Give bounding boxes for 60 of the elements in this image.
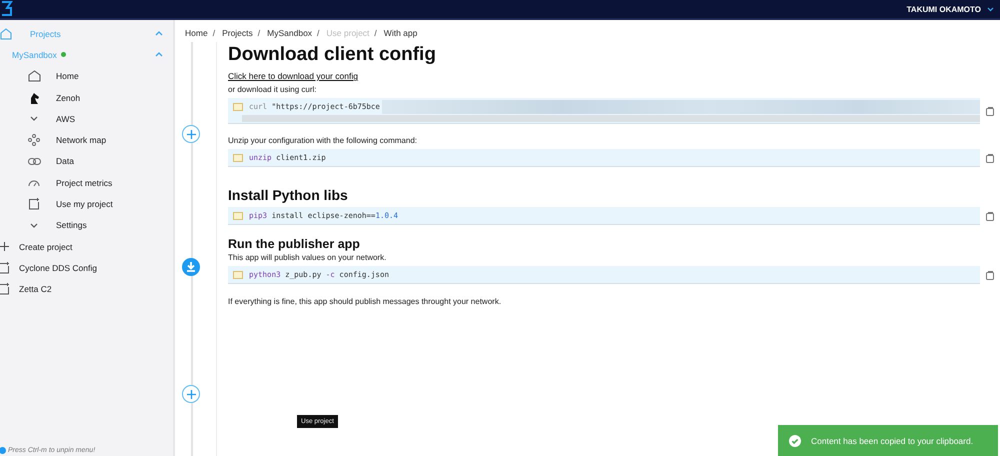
home-icon — [28, 70, 40, 82]
breadcrumb-link[interactable]: Projects — [222, 28, 253, 42]
logo-icon — [0, 1, 14, 17]
download-link[interactable]: Click here to download your config — [228, 71, 994, 81]
caret-icon — [987, 6, 994, 12]
sidebar-item[interactable]: AWS — [0, 108, 173, 130]
pin-dot-icon — [0, 447, 6, 454]
breadcrumb-separator: / — [258, 28, 260, 40]
sidebar-item[interactable]: Cyclone DDS Config — [0, 257, 173, 279]
breadcrumb-separator: / — [317, 28, 320, 40]
copy-icon[interactable] — [986, 154, 994, 162]
terminal-icon — [233, 270, 243, 278]
sidebar-item[interactable]: Project metrics — [0, 172, 173, 194]
home-icon — [0, 28, 12, 40]
sidebar-item[interactable]: Network map — [0, 129, 173, 151]
chevron-down-icon — [30, 222, 38, 228]
plus-icon — [186, 390, 196, 398]
breadcrumb-link[interactable]: With app — [384, 28, 418, 42]
sidebar-item[interactable]: Home — [0, 66, 173, 87]
copy-icon[interactable] — [986, 106, 994, 116]
sidebar-item[interactable]: Create project — [0, 236, 173, 258]
network-icon — [28, 134, 40, 146]
sidebar-item[interactable]: Zetta C2 — [0, 278, 173, 300]
breadcrumb-link[interactable]: MySandbox — [267, 28, 312, 42]
check-circle-icon — [789, 434, 801, 446]
chevron-up-icon — [155, 31, 163, 36]
breadcrumb-separator: / — [212, 28, 216, 40]
user-menu[interactable]: TAKUMI OKAMOTO — [906, 4, 981, 14]
section-title: Run the publisher app — [228, 237, 361, 251]
terminal-icon — [233, 154, 243, 162]
link-icon — [28, 158, 40, 165]
scrollbar[interactable] — [242, 115, 980, 122]
sidebar-item[interactable]: Zenoh — [0, 86, 173, 108]
section-title: Install Python libs — [228, 187, 349, 203]
instruction-text: Unzip your configuration with the following command: — [228, 136, 418, 145]
sidebar-item[interactable]: Settings — [0, 214, 173, 236]
plus-icon — [186, 130, 196, 138]
instruction-text: or download it using curl: — [228, 85, 318, 94]
terminal-icon — [233, 212, 243, 220]
chevron-up-icon — [155, 52, 163, 58]
horse-icon — [28, 92, 40, 104]
gauge-icon — [28, 178, 40, 187]
copy-icon[interactable] — [986, 212, 994, 220]
sidebar-item[interactable]: Use my project — [0, 193, 173, 215]
download-icon — [186, 262, 196, 272]
download-step-button[interactable] — [182, 258, 200, 276]
sidebar-item[interactable]: Data — [0, 150, 173, 172]
section-title: Download client config — [228, 44, 437, 66]
add-step-button[interactable] — [182, 385, 200, 403]
status-dot — [60, 52, 66, 58]
plus-icon — [0, 242, 8, 252]
copy-icon[interactable] — [986, 270, 994, 280]
chevron-down-icon — [30, 116, 38, 122]
toast-message: Content has been copied to your clipboard. — [811, 436, 974, 446]
add-step-button[interactable] — [182, 125, 200, 143]
breadcrumb-link[interactable]: Home — [185, 28, 208, 42]
instruction-text: This app will publish values on your network. — [228, 253, 388, 262]
instruction-text: If everything is fine, this app should publish messages throught your network. — [228, 297, 502, 306]
breadcrumb-separator: / — [374, 28, 377, 40]
terminal-icon — [233, 102, 243, 110]
